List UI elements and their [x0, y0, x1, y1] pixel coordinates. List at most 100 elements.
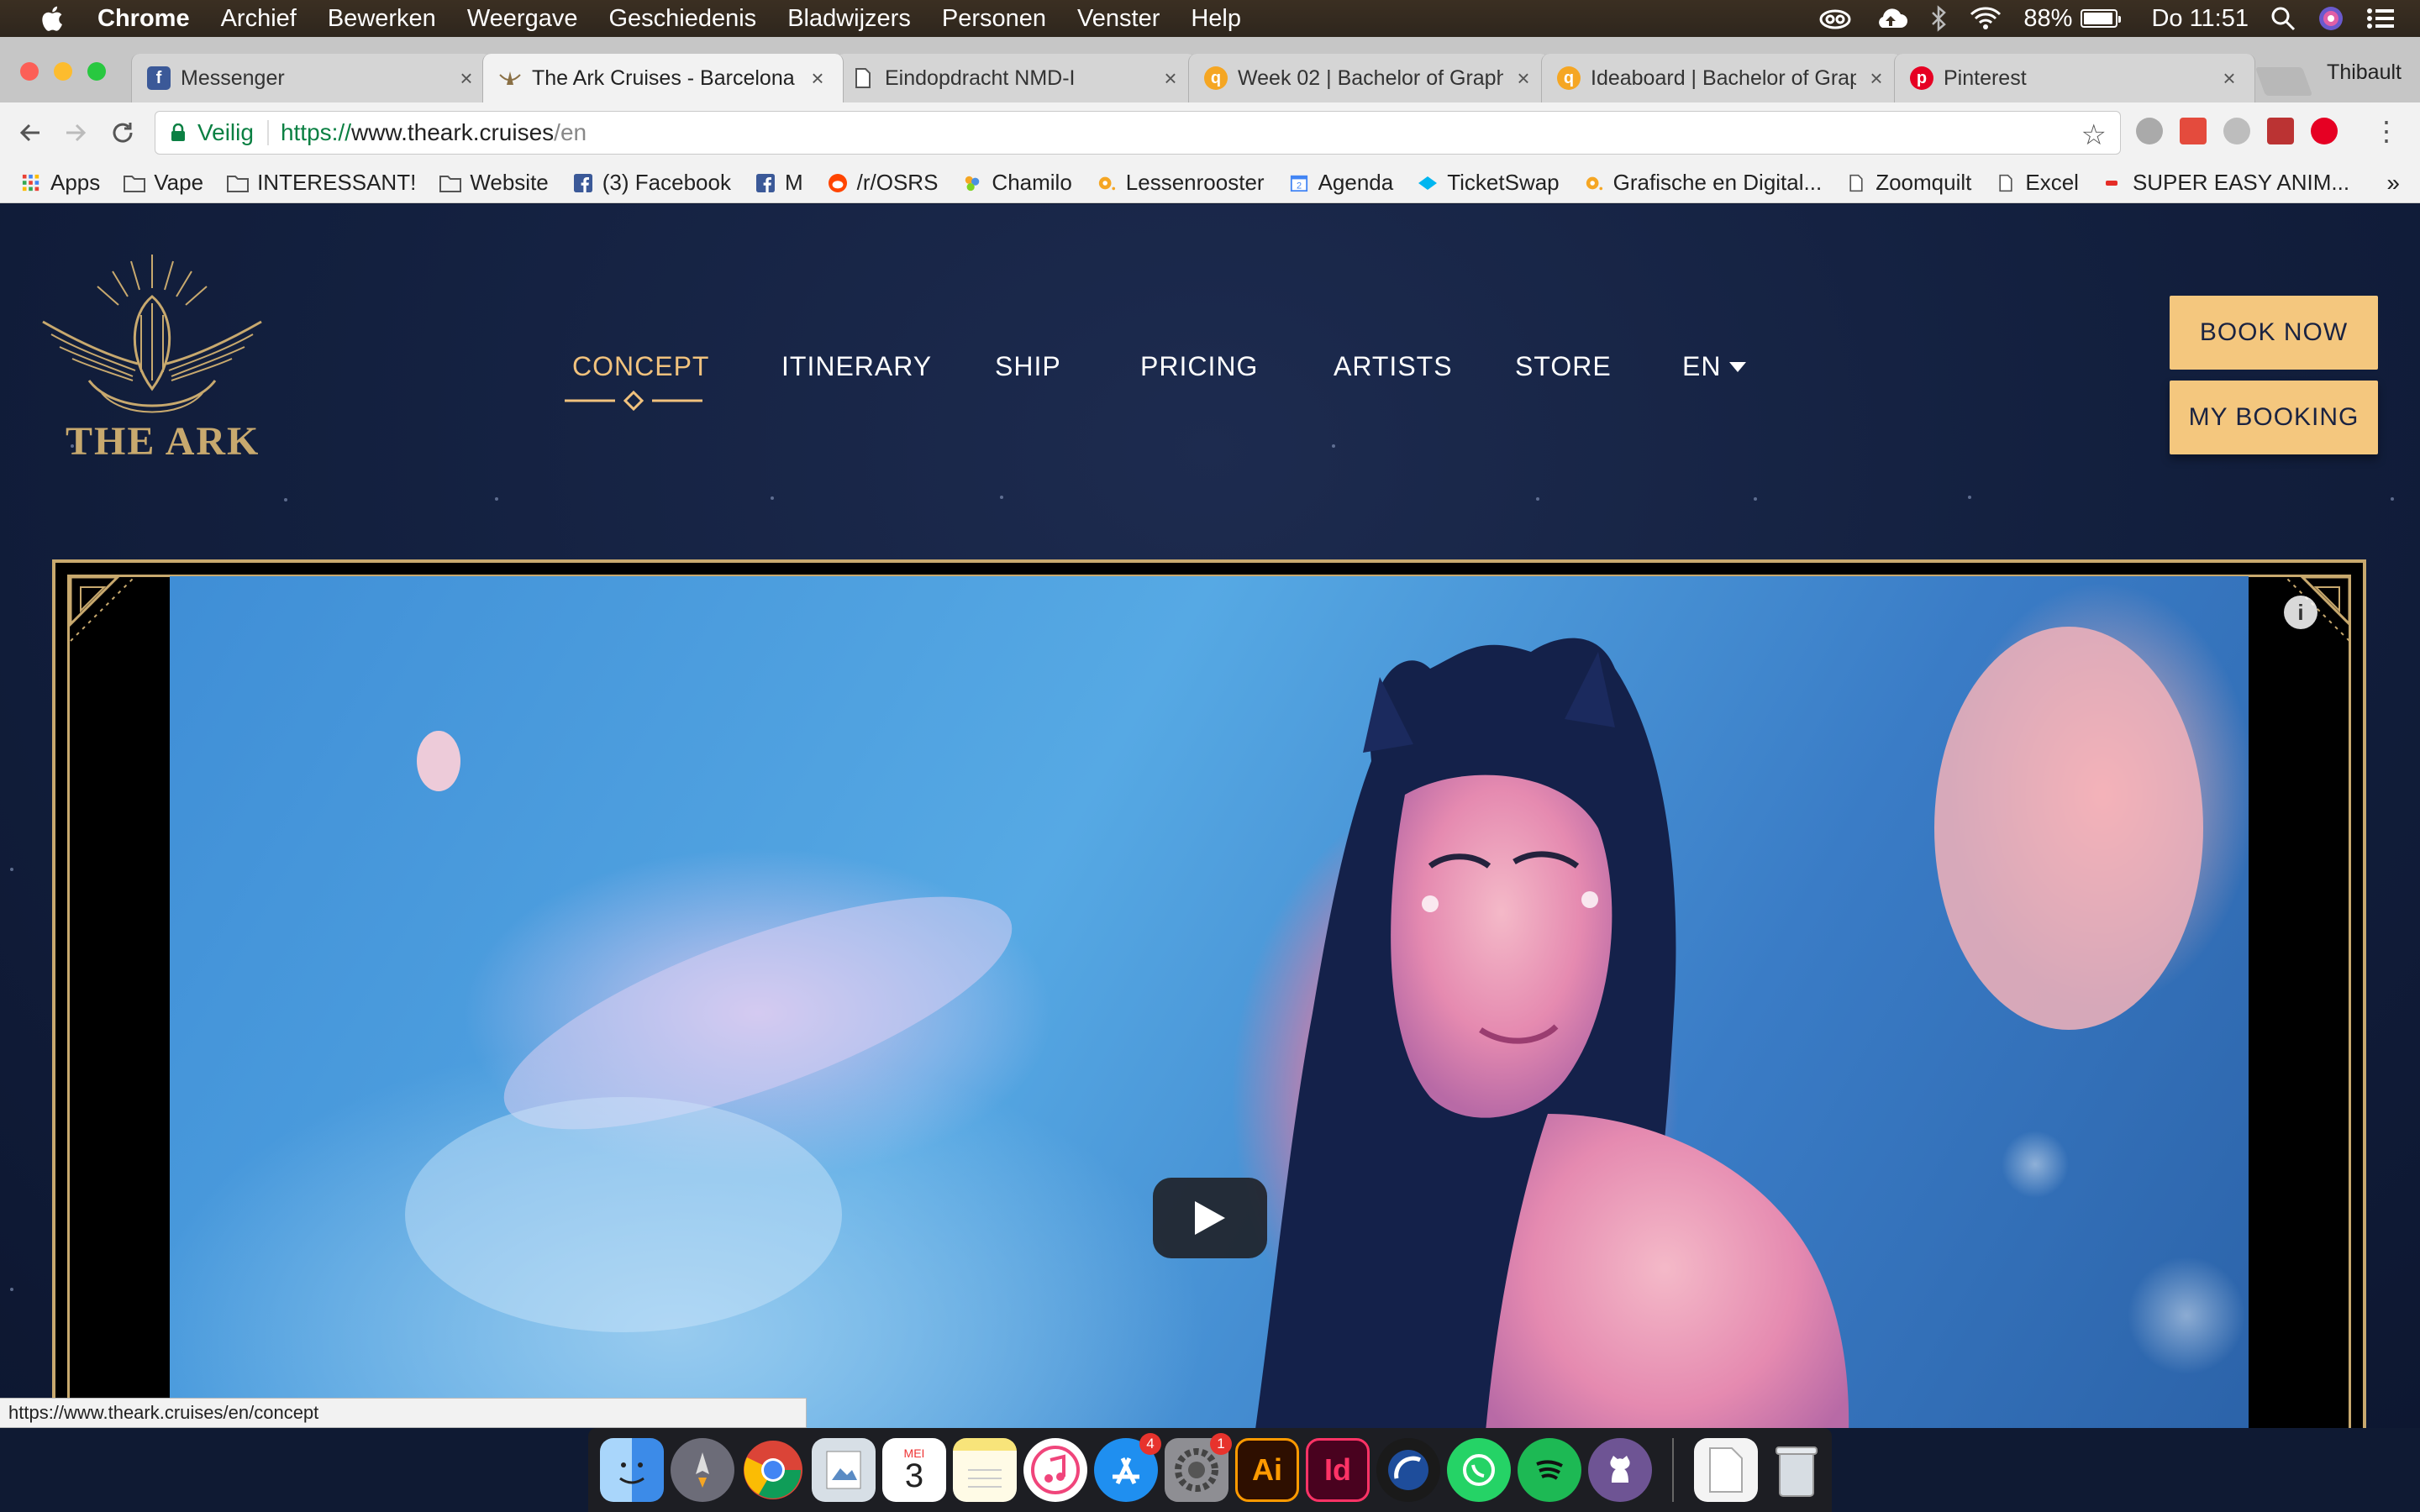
- bookmark-vape[interactable]: Vape: [124, 170, 203, 196]
- indesign-icon[interactable]: Id: [1306, 1438, 1370, 1502]
- profile-name[interactable]: Thibault: [2327, 60, 2402, 85]
- close-icon[interactable]: ×: [1513, 66, 1534, 92]
- spotlight-search-icon[interactable]: [2270, 6, 2296, 31]
- close-icon[interactable]: ×: [1866, 66, 1886, 92]
- notification-center-icon[interactable]: [2366, 7, 2395, 30]
- chrome-menu-icon[interactable]: ⋮: [2373, 118, 2400, 144]
- bookmark-apps[interactable]: Apps: [20, 170, 100, 196]
- cloud-upload-icon[interactable]: [1874, 6, 1908, 31]
- bookmark-agenda[interactable]: 2 Agenda: [1288, 170, 1393, 196]
- bookmark-zoomquilt[interactable]: Zoomquilt: [1845, 170, 1971, 196]
- book-now-button[interactable]: BOOK NOW: [2170, 296, 2378, 370]
- creative-cloud-icon[interactable]: [1818, 6, 1852, 31]
- battery-status[interactable]: 88%: [2023, 5, 2122, 33]
- logo-text[interactable]: THE ARK: [66, 418, 260, 465]
- video-play-button[interactable]: [1153, 1178, 1267, 1258]
- github-icon[interactable]: [1588, 1438, 1652, 1502]
- bookmarks-overflow-icon[interactable]: »: [2386, 170, 2400, 197]
- tab-messenger[interactable]: f Messenger ×: [131, 54, 492, 102]
- language-selector[interactable]: EN: [1682, 351, 1747, 382]
- q-icon: q: [1204, 66, 1228, 90]
- finder-icon[interactable]: [600, 1438, 664, 1502]
- menu-weergave[interactable]: Weergave: [467, 5, 578, 33]
- close-icon[interactable]: ×: [456, 66, 476, 92]
- itunes-icon[interactable]: [1023, 1438, 1087, 1502]
- star-decoration: [1332, 444, 1335, 448]
- menubar-clock[interactable]: Do 11:51: [2151, 5, 2249, 33]
- system-preferences-icon[interactable]: 1: [1165, 1433, 1232, 1502]
- bookmark-osrs[interactable]: /r/OSRS: [827, 170, 938, 196]
- nav-store[interactable]: STORE: [1515, 351, 1612, 382]
- bookmark-lessenrooster[interactable]: Lessenrooster: [1096, 170, 1265, 196]
- chrome-icon[interactable]: [741, 1438, 805, 1502]
- menu-archief[interactable]: Archief: [221, 5, 297, 33]
- bookmark-m[interactable]: M: [755, 170, 803, 196]
- bookmark-ticketswap[interactable]: TicketSwap: [1417, 170, 1560, 196]
- illustrator-icon[interactable]: Ai: [1235, 1438, 1299, 1502]
- menu-app-name[interactable]: Chrome: [97, 5, 190, 33]
- preview-icon[interactable]: [812, 1438, 876, 1502]
- bookmark-label: Apps: [50, 170, 101, 195]
- launchpad-icon[interactable]: [671, 1438, 734, 1502]
- app-store-icon[interactable]: 4: [1094, 1433, 1161, 1502]
- address-bar[interactable]: Veilig https:// www.theark.cruises /en ☆: [155, 111, 2121, 155]
- trash-icon[interactable]: [1765, 1438, 1828, 1502]
- notes-icon[interactable]: [953, 1438, 1017, 1502]
- window-close-button[interactable]: [20, 62, 39, 81]
- menu-bewerken[interactable]: Bewerken: [328, 5, 436, 33]
- reload-icon[interactable]: [106, 116, 139, 150]
- red-extension-icon[interactable]: [2180, 118, 2207, 144]
- menu-bladwijzers[interactable]: Bladwijzers: [787, 5, 911, 33]
- tab-the-ark-cruises[interactable]: The Ark Cruises - Barcelona ×: [482, 54, 844, 102]
- calendar-extension-icon[interactable]: [2267, 118, 2294, 144]
- new-tab-button[interactable]: [2254, 67, 2313, 96]
- close-icon[interactable]: ×: [2219, 66, 2239, 92]
- bookmark-website[interactable]: Website: [439, 170, 549, 196]
- menu-geschiedenis[interactable]: Geschiedenis: [608, 5, 756, 33]
- apple-menu-icon[interactable]: [34, 4, 69, 33]
- bookmark-interessant[interactable]: INTERESSANT!: [227, 170, 416, 196]
- bookmark-label: TicketSwap: [1447, 170, 1560, 195]
- bookmark-facebook[interactable]: (3) Facebook: [572, 170, 731, 196]
- bookmark-grafische[interactable]: Grafische en Digital...: [1583, 170, 1822, 196]
- back-arrow-icon[interactable]: [13, 116, 47, 150]
- wifi-icon[interactable]: [1970, 6, 2002, 31]
- star-decoration: [1754, 497, 1757, 501]
- tab-week-02[interactable]: q Week 02 | Bachelor of Graphic ×: [1188, 54, 1549, 102]
- bookmark-chamilo[interactable]: Chamilo: [961, 170, 1072, 196]
- spotify-icon[interactable]: [1518, 1438, 1581, 1502]
- video-info-icon[interactable]: i: [2284, 596, 2317, 629]
- menu-personen[interactable]: Personen: [942, 5, 1046, 33]
- skype-extension-icon[interactable]: [2136, 118, 2163, 144]
- nav-ship[interactable]: SHIP: [995, 351, 1061, 382]
- nav-itinerary[interactable]: ITINERARY: [781, 351, 932, 382]
- grey-extension-icon[interactable]: [2223, 118, 2250, 144]
- siri-icon[interactable]: [2317, 5, 2344, 32]
- whatsapp-icon[interactable]: [1447, 1438, 1511, 1502]
- window-minimize-button[interactable]: [54, 62, 72, 81]
- menu-venster[interactable]: Venster: [1077, 5, 1160, 33]
- bookmark-super-easy-anim[interactable]: SUPER EASY ANIM...: [2102, 170, 2349, 196]
- q-icon: q: [1557, 66, 1581, 90]
- nav-artists[interactable]: ARTISTS: [1334, 351, 1453, 382]
- close-icon[interactable]: ×: [808, 66, 828, 92]
- window-zoom-button[interactable]: [87, 62, 106, 81]
- pinterest-extension-icon[interactable]: [2311, 118, 2338, 144]
- bluetooth-icon[interactable]: [1929, 5, 1948, 32]
- concept-video[interactable]: [170, 576, 2249, 1428]
- tab-pinterest[interactable]: p Pinterest ×: [1894, 54, 2255, 102]
- tab-eindopdracht[interactable]: Eindopdracht NMD-I ×: [835, 54, 1197, 102]
- close-icon[interactable]: ×: [1160, 66, 1181, 92]
- bookmark-excel[interactable]: Excel: [1995, 170, 2079, 196]
- cinema4d-icon[interactable]: [1376, 1438, 1440, 1502]
- my-booking-button[interactable]: MY BOOKING: [2170, 381, 2378, 454]
- nav-pricing[interactable]: PRICING: [1140, 351, 1258, 382]
- menu-help[interactable]: Help: [1191, 5, 1241, 33]
- extension-icons: [2136, 118, 2338, 144]
- tab-ideaboard[interactable]: q Ideaboard | Bachelor of Graphic ×: [1541, 54, 1902, 102]
- forward-arrow-icon[interactable]: [59, 116, 92, 150]
- pdf-document-icon[interactable]: [1694, 1438, 1758, 1502]
- bookmark-star-icon[interactable]: ☆: [2081, 118, 2107, 152]
- nav-concept[interactable]: CONCEPT: [572, 351, 709, 382]
- calendar-icon[interactable]: MEI 3: [882, 1438, 946, 1502]
